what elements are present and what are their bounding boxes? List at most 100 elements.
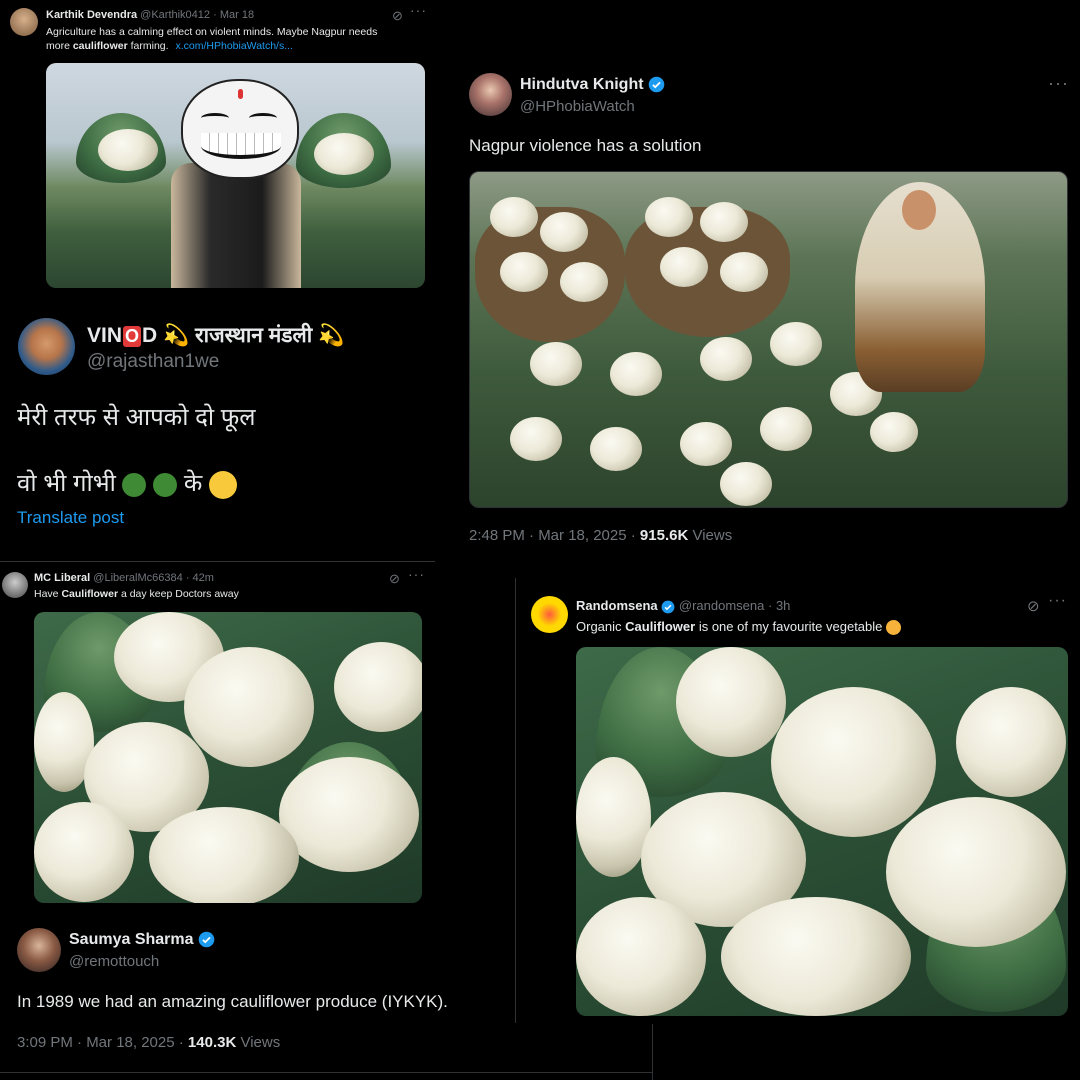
verified-badge-icon — [648, 76, 665, 93]
avatar[interactable] — [18, 318, 75, 375]
tweet-text: a day keep Doctors away — [118, 588, 239, 600]
broccoli-icon — [122, 472, 147, 497]
views-count: 915.6K — [639, 527, 689, 544]
author-name-hindi[interactable]: राजस्थान मंडली — [195, 324, 312, 347]
verified-badge-icon — [661, 600, 675, 613]
dizzy-icon: 💫 — [318, 324, 345, 347]
cauliflower-head — [770, 322, 822, 366]
grok-icon[interactable]: ⊘ — [389, 571, 400, 587]
highlight-word: cauliflower — [72, 40, 128, 52]
divider — [0, 561, 435, 562]
cauliflower-head — [610, 352, 662, 396]
post-age[interactable]: 3h — [776, 598, 790, 613]
post-date[interactable]: Mar 18 — [220, 9, 254, 21]
broccoli-icon — [153, 472, 178, 497]
author-handle[interactable]: @HPhobiaWatch — [520, 98, 635, 115]
cauliflower-head — [590, 427, 642, 471]
views-label: Views — [688, 527, 733, 544]
grok-icon[interactable]: ⊘ — [392, 8, 403, 24]
author-name[interactable]: VIN — [87, 324, 122, 347]
cauliflower-head — [660, 247, 708, 287]
translate-link[interactable]: Translate post — [17, 508, 124, 528]
post-timestamp[interactable]: 2:48 PM · Mar 18, 2025 · — [469, 527, 640, 544]
post-age[interactable]: 42m — [193, 572, 214, 584]
separator-dot: · — [213, 9, 217, 21]
tweet-hindutva-knight: Hindutva Knight @HPhobiaWatch ··· Nagpur… — [447, 55, 1080, 565]
highlight-word: Cauliflower — [625, 619, 696, 634]
dizzy-icon: 💫 — [163, 324, 190, 347]
avatar[interactable] — [10, 8, 38, 36]
author-name[interactable]: MC Liberal — [34, 572, 90, 584]
cauliflower-head — [540, 212, 588, 252]
separator-dot: · — [767, 598, 773, 613]
verified-badge-icon — [198, 931, 215, 948]
cauliflower-head — [576, 757, 651, 877]
author-name[interactable]: Hindutva Knight — [520, 76, 644, 93]
post-link[interactable]: x.com/HPhobiaWatch/s... — [175, 40, 292, 52]
tweet-text-line-1: Agriculture has a calming effect on viol… — [46, 26, 378, 38]
cauliflower-head — [149, 807, 299, 903]
highlight-word: Cauliflower — [61, 588, 119, 600]
tweet-text-line-2b: के — [183, 470, 203, 497]
cauliflower-head — [500, 252, 548, 292]
avatar[interactable] — [531, 596, 568, 633]
avatar[interactable] — [2, 572, 28, 598]
cauliflower-head — [334, 642, 422, 732]
cauliflower-head — [279, 757, 419, 872]
cauliflower-head — [184, 647, 314, 767]
author-handle[interactable]: @rajasthan1we — [87, 351, 219, 373]
author-handle[interactable]: @Karthik0412 — [140, 9, 210, 21]
tweet-image[interactable] — [576, 647, 1068, 1016]
cauliflower-head — [98, 129, 158, 171]
troll-face — [181, 79, 299, 179]
smiling-hearts-emoji-icon — [886, 620, 902, 636]
cauliflower-head — [721, 897, 911, 1016]
tweet-image[interactable] — [34, 612, 422, 903]
tweet-text: Have — [34, 588, 62, 600]
tweet-randomsena: Randomsena @randomsena · 3h ⊘ ··· Organi… — [516, 584, 1080, 1024]
tweet-text-line-2: वो भी गोभी — [17, 470, 116, 497]
more-icon[interactable]: ··· — [408, 566, 425, 582]
tweet-text: more — [46, 40, 73, 52]
laughing-emoji-icon — [208, 470, 237, 499]
farmer-face — [902, 190, 936, 230]
more-icon[interactable]: ··· — [1048, 73, 1069, 94]
cauliflower-head — [700, 337, 752, 381]
author-handle[interactable]: @LiberalMc66384 — [93, 572, 182, 584]
avatar[interactable] — [17, 928, 61, 972]
tweet-mc-liberal: MC Liberal @LiberalMc66384 · 42m ⊘ ··· H… — [0, 562, 435, 914]
post-timestamp[interactable]: 3:09 PM · Mar 18, 2025 · — [17, 1034, 188, 1051]
author-handle[interactable]: @randomsena — [679, 598, 764, 613]
cauliflower-head — [700, 202, 748, 242]
more-icon[interactable]: ··· — [410, 2, 427, 18]
tweet-text: Nagpur violence has a solution — [469, 136, 702, 155]
divider — [0, 1072, 652, 1073]
cauliflower-head — [676, 647, 786, 757]
avatar[interactable] — [469, 73, 512, 116]
views-label: Views — [236, 1034, 281, 1051]
author-name[interactable]: Randomsena — [576, 598, 658, 613]
author-name[interactable]: D — [142, 324, 157, 347]
tweet-image[interactable] — [469, 171, 1068, 508]
cauliflower-head — [34, 802, 134, 902]
tweet-text: Organic — [576, 619, 626, 634]
cauliflower-head — [956, 687, 1066, 797]
cauliflower-head — [870, 412, 918, 452]
divider — [515, 578, 516, 1023]
divider — [652, 1024, 653, 1080]
tweet-image[interactable] — [46, 63, 425, 288]
cauliflower-head — [314, 133, 374, 175]
cauliflower-head — [510, 417, 562, 461]
tweet-text: farming. — [127, 40, 169, 52]
grok-icon[interactable]: ⊘ — [1027, 597, 1040, 615]
cauliflower-head — [560, 262, 608, 302]
author-handle[interactable]: @remottouch — [69, 953, 159, 970]
views-count: 140.3K — [187, 1034, 237, 1051]
cauliflower-head — [645, 197, 693, 237]
separator-dot: · — [185, 572, 190, 584]
more-icon[interactable]: ··· — [1048, 592, 1067, 610]
name-o-badge: O — [123, 326, 142, 347]
author-name[interactable]: Saumya Sharma — [69, 931, 194, 948]
author-name[interactable]: Karthik Devendra — [46, 9, 137, 21]
tweet-text: In 1989 we had an amazing cauliflower pr… — [17, 992, 448, 1011]
